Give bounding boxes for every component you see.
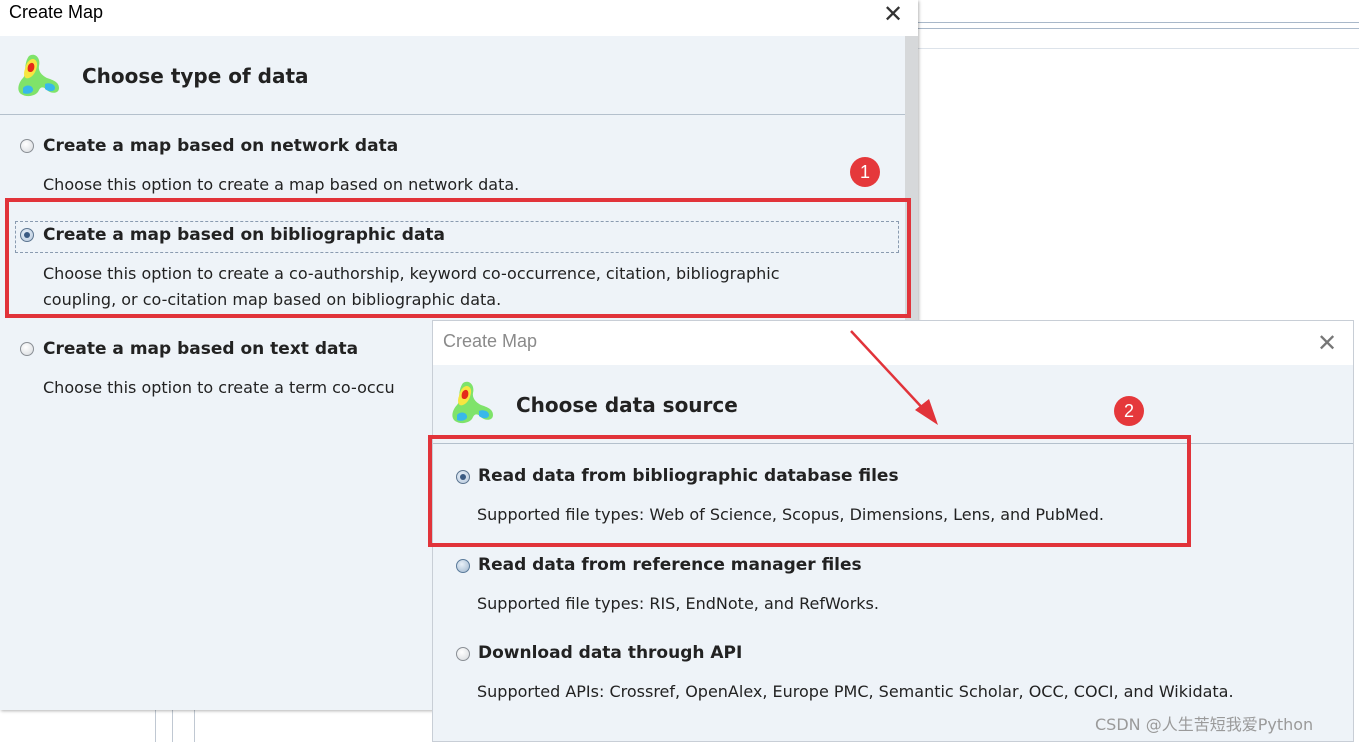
watermark: CSDN @人生苦短我爱Python: [1095, 715, 1314, 734]
arrow-annotation: [850, 330, 938, 425]
arrow-line: [850, 330, 929, 415]
